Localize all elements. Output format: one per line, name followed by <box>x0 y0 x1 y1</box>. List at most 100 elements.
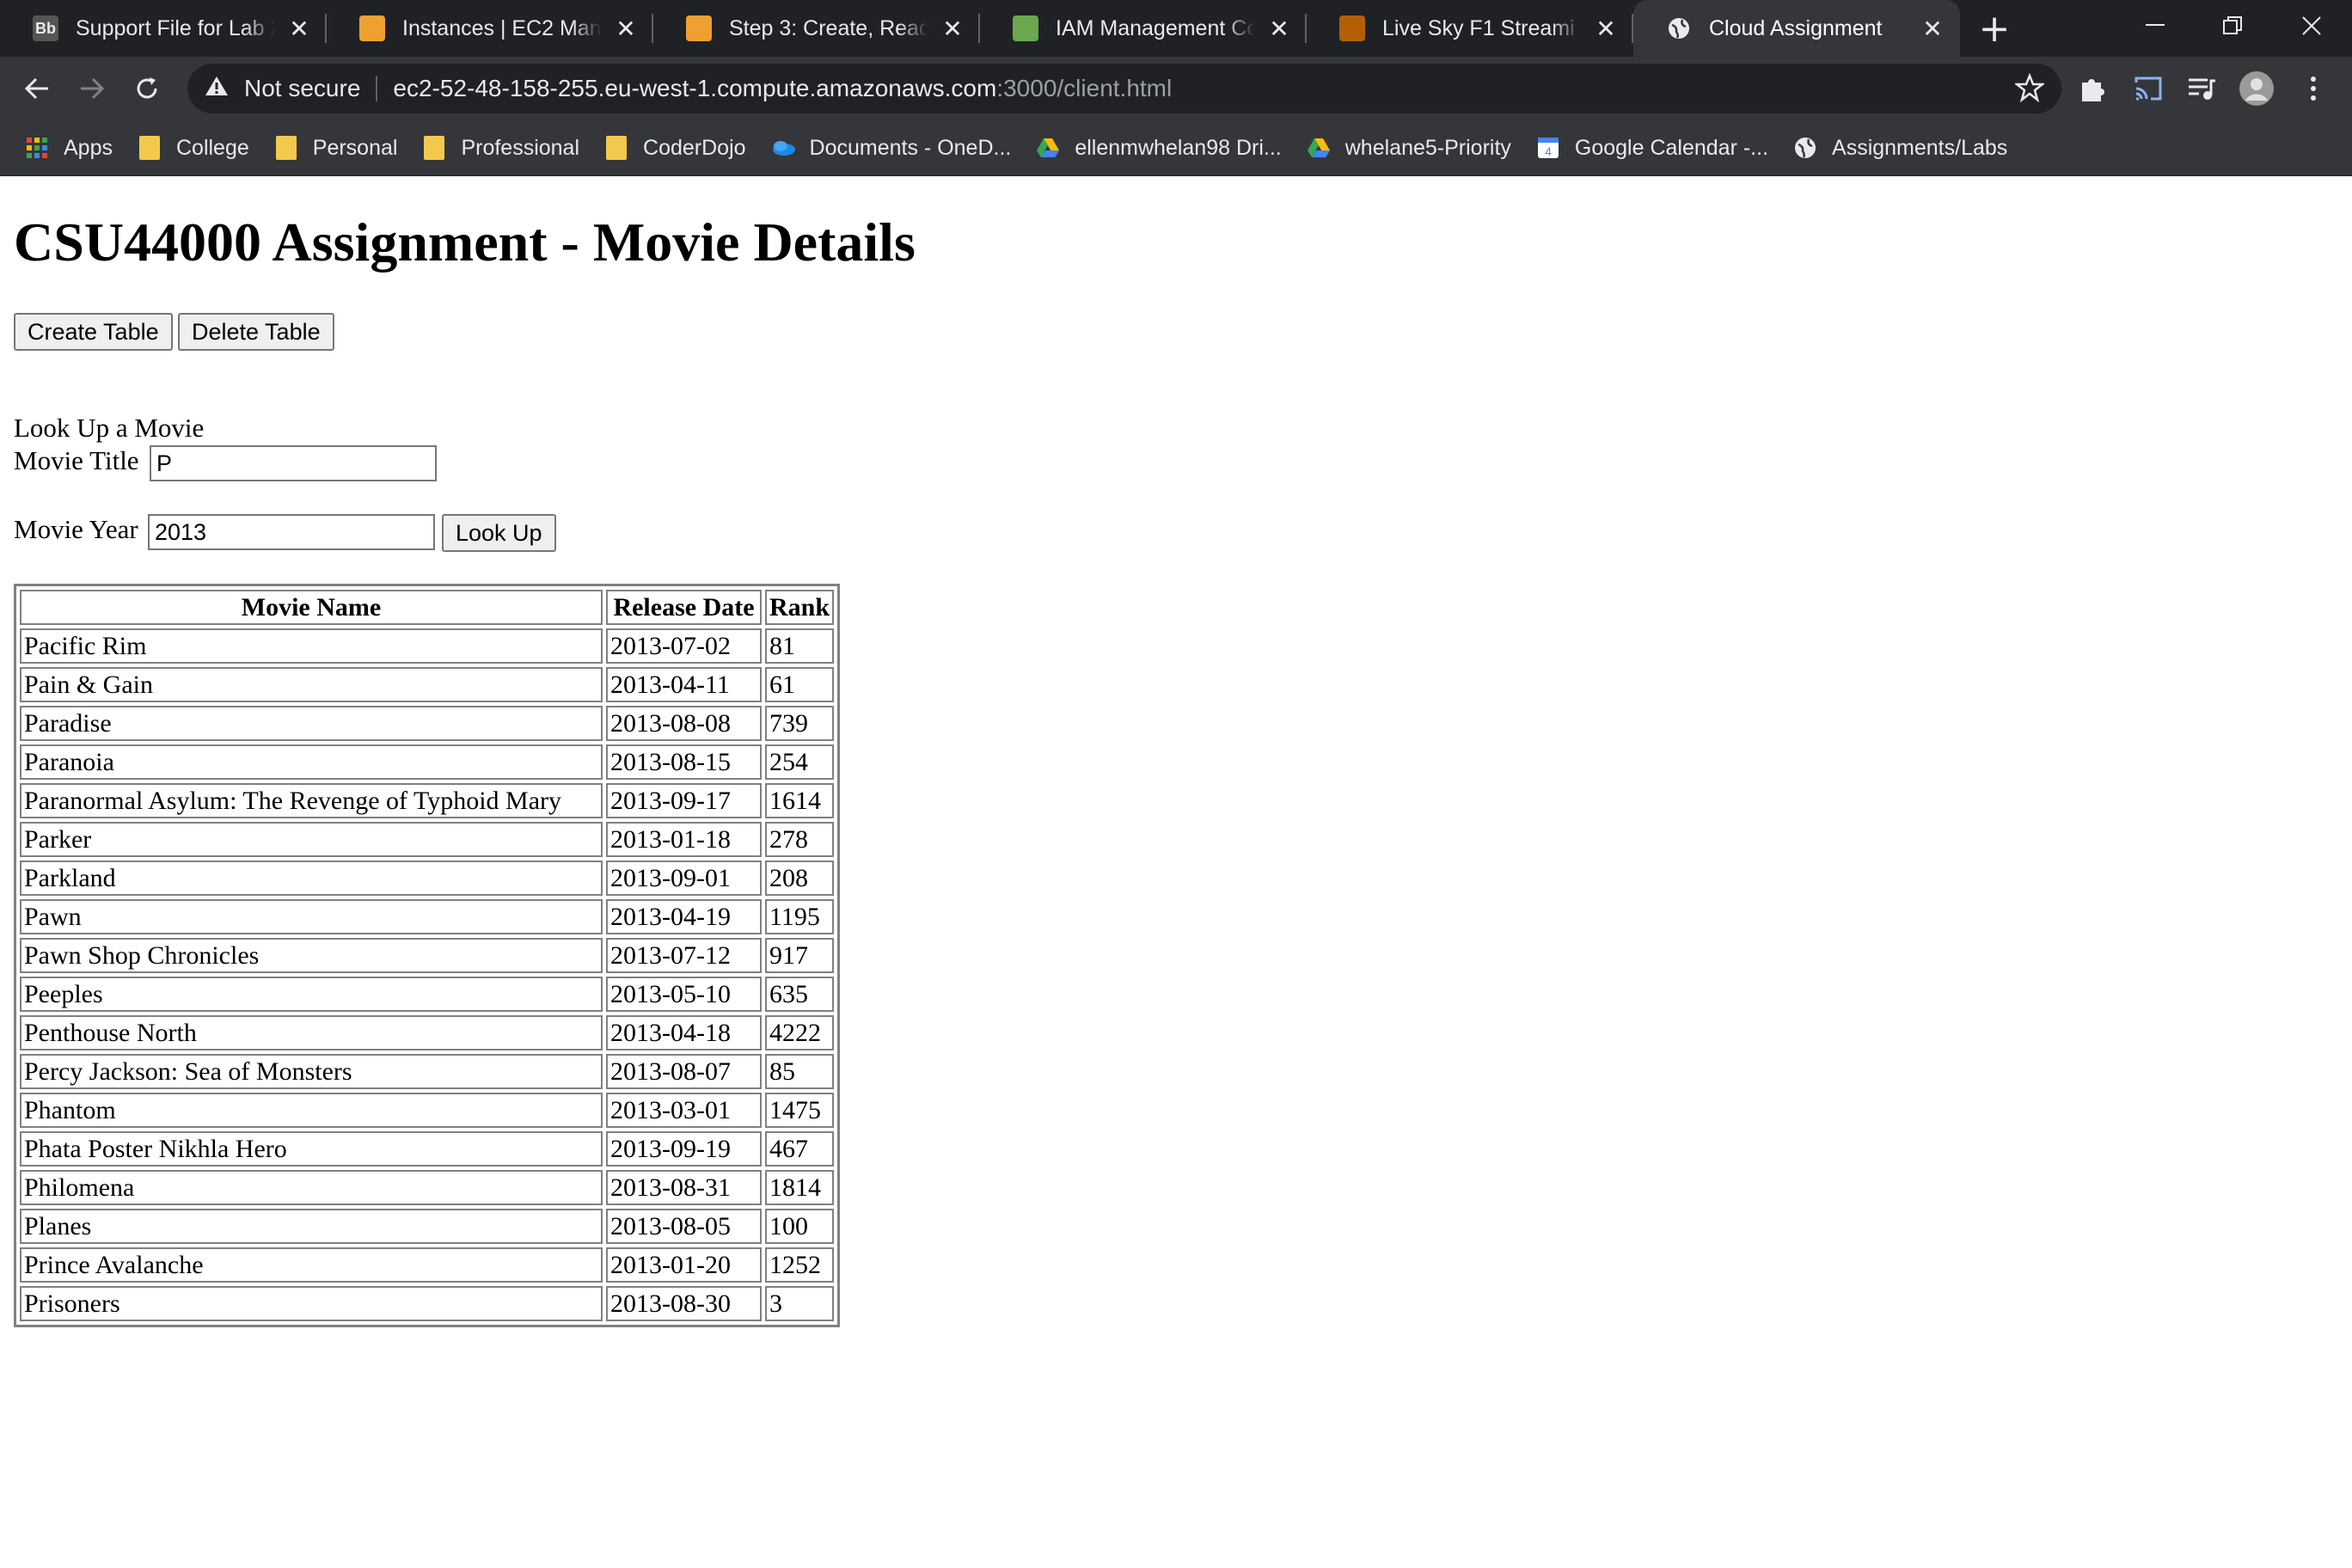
menu-kebab-icon[interactable] <box>2295 70 2331 107</box>
bookmark-star-icon[interactable] <box>2013 72 2046 108</box>
bookmark-item[interactable]: Apps <box>24 135 113 161</box>
tab-close-icon[interactable]: ✕ <box>1267 15 1291 43</box>
table-row: Pawn 2013-04-19 1195 <box>20 899 835 934</box>
cell-rank: 1475 <box>765 1093 835 1128</box>
google-calendar-icon: 4 <box>1535 135 1561 161</box>
movie-title-label: Movie Title <box>14 445 139 475</box>
profile-avatar[interactable] <box>2239 70 2275 107</box>
table-row: Pain & Gain 2013-04-11 61 <box>20 667 835 702</box>
tab-strip: Bb Support File for Lab 2 - ✕ Instances | E… <box>0 0 2352 57</box>
cell-movie-name: Parkland <box>20 861 603 896</box>
cell-rank: 100 <box>765 1209 835 1244</box>
cell-rank: 917 <box>765 938 835 973</box>
cell-movie-name: Paradise <box>20 706 603 741</box>
bookmark-item[interactable]: whelane5-Priority <box>1306 135 1511 161</box>
back-arrow-icon[interactable] <box>14 65 60 112</box>
bookmark-item[interactable]: ellenmwhelan98 Dri... <box>1035 135 1282 161</box>
table-row: Pacific Rim 2013-07-02 81 <box>20 628 835 664</box>
table-row: Parker 2013-01-18 278 <box>20 822 835 857</box>
browser-tab[interactable]: Live Sky F1 Streami ✕ <box>1307 0 1633 57</box>
cell-release-date: 2013-09-01 <box>606 861 762 896</box>
tab-close-icon[interactable]: ✕ <box>1594 15 1618 43</box>
cell-release-date: 2013-09-19 <box>606 1131 762 1167</box>
look-up-button[interactable]: Look Up <box>442 514 556 552</box>
aws-iam-icon <box>1013 15 1038 41</box>
tab-title: Live Sky F1 Streami <box>1382 15 1575 40</box>
cell-release-date: 2013-01-20 <box>606 1247 762 1283</box>
onedrive-icon <box>770 135 796 161</box>
folder-icon <box>137 135 162 161</box>
tab-close-icon[interactable]: ✕ <box>1920 15 1945 43</box>
table-header-row: Movie Name Release Date Rank <box>20 590 835 625</box>
folder-icon <box>603 135 629 161</box>
tab-title: Support File for Lab 2 - <box>76 15 275 40</box>
table-row: Penthouse North 2013-04-18 4222 <box>20 1015 835 1050</box>
media-queue-icon[interactable] <box>2184 70 2220 107</box>
bookmark-item[interactable]: Professional <box>421 135 579 161</box>
forward-arrow-icon[interactable] <box>69 65 115 112</box>
google-drive-icon <box>1306 135 1332 161</box>
delete-table-button[interactable]: Delete Table <box>178 313 334 351</box>
cell-movie-name: Peeples <box>20 977 603 1012</box>
tv-icon <box>1339 15 1365 41</box>
cell-release-date: 2013-01-18 <box>606 822 762 857</box>
cell-rank: 61 <box>765 667 835 702</box>
browser-tab[interactable]: Bb Support File for Lab 2 - ✕ <box>0 0 327 57</box>
close-window-icon[interactable] <box>2273 0 2350 52</box>
folder-icon <box>273 135 299 161</box>
cell-release-date: 2013-07-12 <box>606 938 762 973</box>
tab-close-icon[interactable]: ✕ <box>287 15 311 43</box>
browser-tab[interactable]: Instances | EC2 Manage ✕ <box>327 0 653 57</box>
security-label[interactable]: Not secure <box>244 75 360 102</box>
create-table-button[interactable]: Create Table <box>14 313 173 351</box>
browser-tab[interactable]: IAM Management Cons ✕ <box>980 0 1307 57</box>
movie-title-input[interactable] <box>150 445 437 481</box>
tab-close-icon[interactable]: ✕ <box>940 15 965 43</box>
table-row: Prince Avalanche 2013-01-20 1252 <box>20 1247 835 1283</box>
extensions-puzzle-icon[interactable] <box>2073 70 2110 107</box>
table-row: Prisoners 2013-08-30 3 <box>20 1286 835 1321</box>
cell-release-date: 2013-09-17 <box>606 783 762 818</box>
bookmark-label: CoderDojo <box>643 135 746 160</box>
cell-rank: 4222 <box>765 1015 835 1050</box>
cell-rank: 467 <box>765 1131 835 1167</box>
cell-rank: 278 <box>765 822 835 857</box>
cell-movie-name: Philomena <box>20 1170 603 1205</box>
bookmark-item[interactable]: CoderDojo <box>603 135 746 161</box>
tab-close-icon[interactable]: ✕ <box>614 15 638 43</box>
restore-icon[interactable] <box>2194 0 2271 52</box>
cell-movie-name: Pacific Rim <box>20 628 603 664</box>
reload-icon[interactable] <box>124 65 170 112</box>
table-row: Pawn Shop Chronicles 2013-07-12 917 <box>20 938 835 973</box>
table-row: Peeples 2013-05-10 635 <box>20 977 835 1012</box>
movie-year-input[interactable] <box>148 514 435 550</box>
cell-movie-name: Pawn <box>20 899 603 934</box>
bookmark-item[interactable]: Personal <box>273 135 397 161</box>
cell-release-date: 2013-08-07 <box>606 1054 762 1089</box>
new-tab-icon[interactable]: + <box>1960 0 2029 57</box>
bookmark-label: Apps <box>64 135 113 160</box>
cell-release-date: 2013-08-08 <box>606 706 762 741</box>
cell-rank: 635 <box>765 977 835 1012</box>
browser-tab[interactable]: Cloud Assignment ✕ <box>1633 0 1960 57</box>
page-content: CSU44000 Assignment - Movie Details Crea… <box>0 176 2352 1568</box>
cell-rank: 254 <box>765 744 835 780</box>
cell-rank: 739 <box>765 706 835 741</box>
bookmark-item[interactable]: Assignments/Labs <box>1792 135 2007 161</box>
bookmark-label: ellenmwhelan98 Dri... <box>1075 135 1282 160</box>
cell-movie-name: Phata Poster Nikhla Hero <box>20 1131 603 1167</box>
address-bar[interactable]: Not secure ec2-52-48-158-255.eu-west-1.c… <box>187 64 2061 113</box>
bookmark-item[interactable]: Documents - OneD... <box>770 135 1012 161</box>
cell-movie-name: Prisoners <box>20 1286 603 1321</box>
cast-icon[interactable] <box>2130 70 2166 107</box>
cell-movie-name: Phantom <box>20 1093 603 1128</box>
warning-triangle-icon <box>205 75 230 103</box>
minimize-icon[interactable] <box>2116 0 2194 52</box>
browser-tab[interactable]: Step 3: Create, Read, Up ✕ <box>653 0 980 57</box>
cell-release-date: 2013-08-05 <box>606 1209 762 1244</box>
url-path: :3000/client.html <box>996 75 1173 101</box>
bookmark-item[interactable]: 4 Google Calendar -... <box>1535 135 1768 161</box>
bookmark-item[interactable]: College <box>137 135 249 161</box>
bookmark-label: Documents - OneD... <box>809 135 1012 160</box>
bookmark-label: College <box>175 135 249 160</box>
